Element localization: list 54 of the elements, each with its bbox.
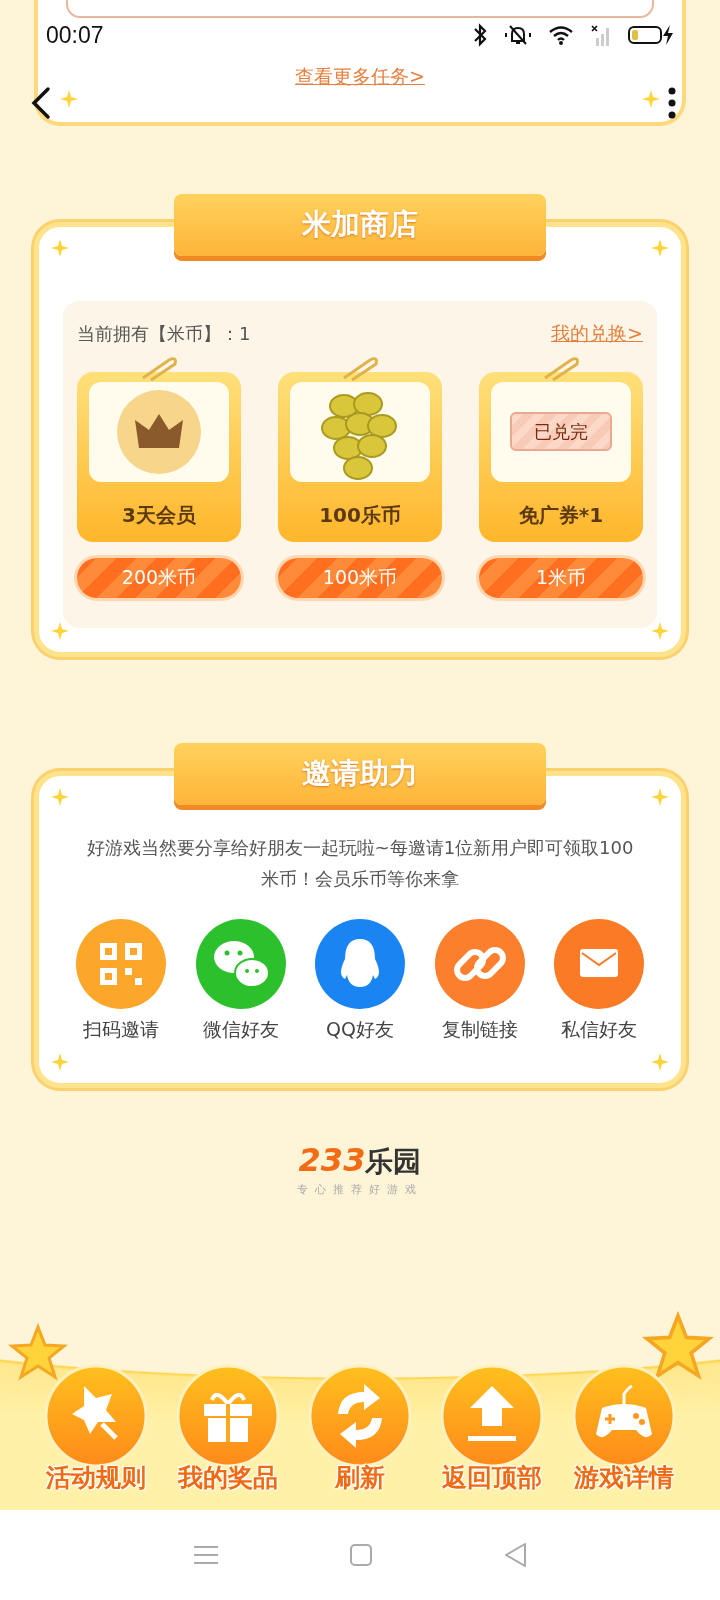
reward-card[interactable]: 100乐币 [278,371,442,542]
status-time: 00:07 [46,21,104,50]
sparkle-icon [651,1053,669,1071]
balance-text: 当前拥有【米币】：1 [77,321,251,346]
sold-out-stamp: 已兑完 [510,412,612,451]
star-icon [8,1323,68,1383]
action-button[interactable]: 活动规则 [36,1364,156,1496]
back-icon [30,86,52,120]
sparkle-icon [51,787,69,806]
link-icon [434,918,525,1009]
menu-icon [193,1544,219,1566]
share-option[interactable]: 复制链接 [429,918,530,1043]
battery-icon [628,26,662,45]
sparkle-icon [651,621,669,640]
reward-name: 免广券*1 [518,501,604,529]
app-logo: 233乐园 [298,1144,422,1176]
envelope-icon [554,918,644,1009]
sparkle-icon [60,90,78,108]
wifi-icon [548,24,574,47]
bluetooth-icon [472,23,488,48]
sparkle-icon [51,1053,69,1071]
qr-code-icon [76,918,166,1009]
charging-icon [662,25,674,46]
share-option[interactable]: 私信好友 [549,918,649,1043]
more-tasks-link[interactable]: 查看更多任务> [295,62,425,91]
sparkle-icon [651,239,669,257]
invite-description: 好游戏当然要分享给好朋友一起玩啦~每邀请1位新用户即可领取100米币！会员乐币等你来拿 [85,835,635,891]
share-option[interactable]: 扫码邀请 [71,918,171,1043]
reward-card[interactable]: 3天会员 [77,371,241,542]
logo-slogan: 专心推荐好游戏 [297,1182,423,1198]
sparkle-icon [51,239,69,257]
action-button[interactable]: 我的奖品 [168,1364,288,1496]
crown-medal-icon [117,389,201,474]
penguin-icon [315,918,405,1009]
my-exchange-link[interactable]: 我的兑换> [551,319,643,348]
share-option[interactable]: 微信好友 [190,918,291,1043]
redeem-button[interactable]: 200米币 [77,557,241,598]
action-button[interactable]: 刷新 [300,1364,420,1496]
sparkle-icon [642,90,660,108]
signal-icon [590,24,612,47]
action-button[interactable]: 返回顶部 [432,1364,552,1496]
share-option[interactable]: QQ好友 [310,918,410,1043]
redeem-button[interactable]: 1米币 [479,557,643,598]
reward-name: 100乐币 [319,501,401,529]
more-icon [668,86,676,120]
sparkle-icon [51,621,69,640]
chat-bubbles-icon [195,918,286,1009]
reward-name: 3天会员 [122,501,196,529]
redeem-button[interactable]: 100米币 [278,557,442,598]
home-icon [349,1543,373,1567]
back-icon [503,1542,527,1568]
action-button[interactable]: 游戏详情 [564,1364,684,1496]
sparkle-icon [651,787,669,806]
reward-card[interactable]: 已兑完 免广券*1 [479,371,643,542]
